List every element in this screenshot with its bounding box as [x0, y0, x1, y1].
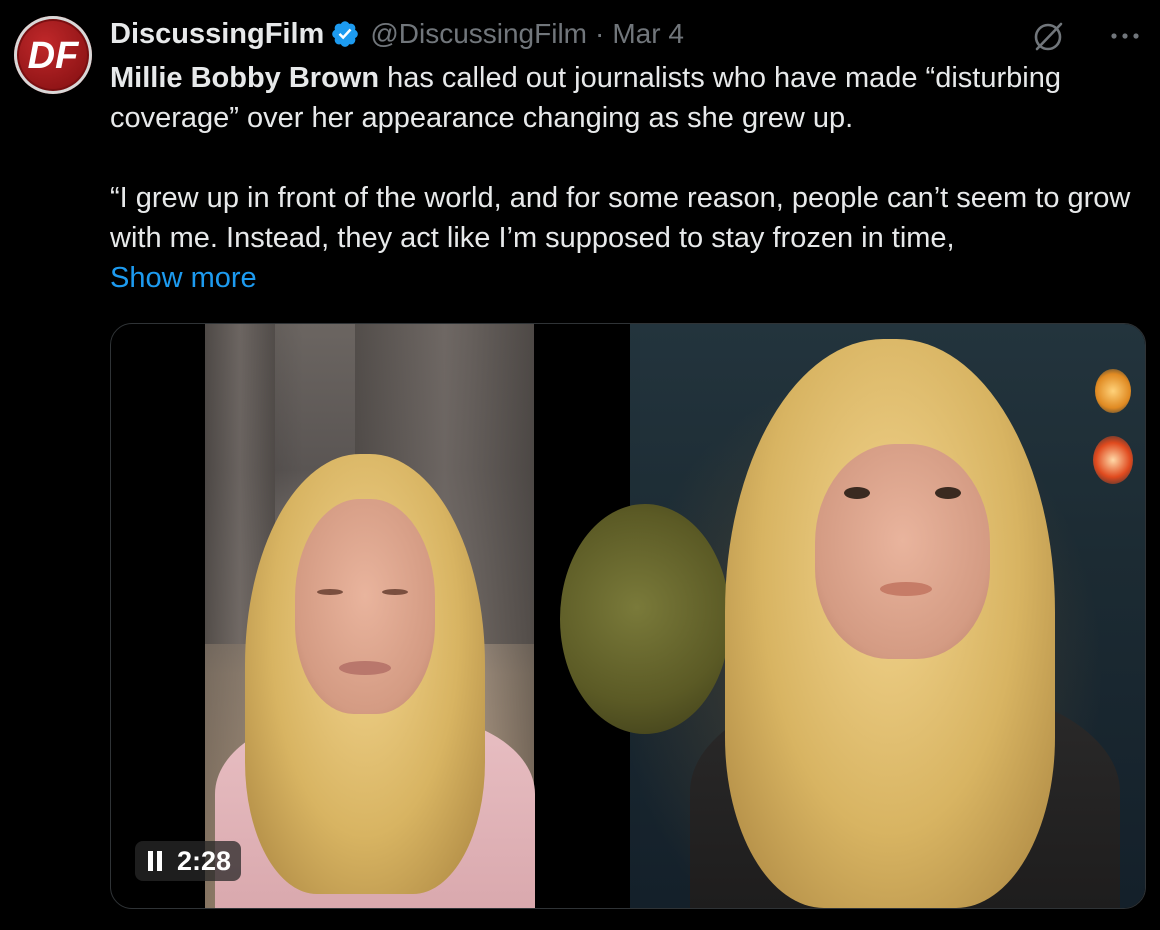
tweet-date[interactable]: Mar 4: [612, 18, 684, 50]
tweet-text: Millie Bobby Brown has called out journa…: [110, 58, 1140, 298]
video-player[interactable]: [110, 323, 1146, 909]
display-name[interactable]: DiscussingFilm: [110, 18, 324, 51]
closed-eye-left: [317, 589, 343, 595]
svg-text:DF: DF: [28, 35, 80, 77]
grok-icon[interactable]: [1030, 18, 1066, 54]
video-frame-right: [560, 324, 1145, 908]
eye-right: [935, 487, 961, 499]
green-mascot-head: [560, 504, 730, 734]
verified-badge-icon: [330, 19, 360, 49]
face: [295, 499, 435, 714]
avatar[interactable]: DF: [14, 16, 92, 94]
red-light: [1093, 436, 1133, 484]
tweet-quote: “I grew up in front of the world, and fo…: [110, 182, 1131, 254]
show-more-link[interactable]: Show more: [110, 258, 257, 298]
tweet[interactable]: DF DiscussingFilm @DiscussingFilm · Mar …: [0, 0, 1160, 930]
eye-left: [844, 487, 870, 499]
tweet-paragraph: Millie Bobby Brown has called out journa…: [110, 58, 1140, 138]
face: [815, 444, 990, 659]
pause-icon[interactable]: [147, 851, 163, 871]
video-frame-left: [205, 324, 535, 908]
video-duration: 2:28: [177, 845, 232, 876]
amber-light: [1095, 369, 1131, 413]
more-options-icon[interactable]: [1108, 24, 1144, 48]
discussingfilm-logo: DF: [28, 35, 80, 77]
closed-eye-right: [382, 589, 408, 595]
tweet-mention-name: Millie Bobby Brown: [110, 62, 380, 94]
lips: [339, 661, 391, 675]
video-timer: 2:28: [135, 841, 242, 881]
lips: [880, 582, 932, 596]
tweet-header: DiscussingFilm @DiscussingFilm · Mar 4: [110, 14, 684, 54]
user-handle[interactable]: @DiscussingFilm: [370, 18, 587, 50]
separator-dot: ·: [595, 18, 605, 49]
